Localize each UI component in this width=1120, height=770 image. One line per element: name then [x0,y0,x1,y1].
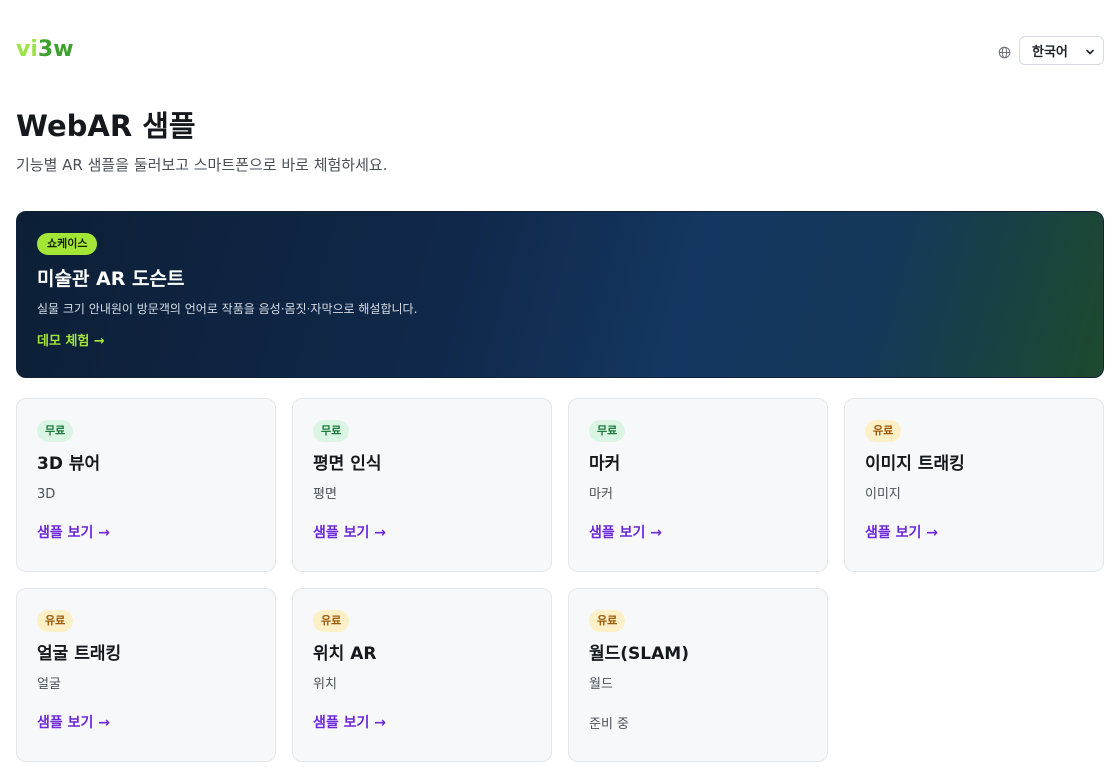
sample-card-marker: 무료 마커 마커 샘플 보기 → [568,398,828,572]
card-title: 위치 AR [313,644,377,664]
card-title: 평면 인식 [313,454,382,474]
logo-text-secondary: 3w [37,37,74,62]
card-description: 월드 [589,677,613,692]
chevron-down-icon [1085,46,1095,56]
showcase-title: 미술관 AR 도슨트 [37,268,185,290]
card-description: 마커 [589,487,613,502]
price-badge: 무료 [37,420,74,442]
view-sample-link[interactable]: 샘플 보기 → [37,714,110,732]
sample-card-3d-viewer: 무료 3D 뷰어 3D 샘플 보기 → [16,398,276,572]
price-badge: 유료 [589,610,626,632]
view-sample-link[interactable]: 샘플 보기 → [37,524,110,542]
view-sample-link[interactable]: 샘플 보기 → [313,524,386,542]
sample-card-plane-detection: 무료 평면 인식 평면 샘플 보기 → [292,398,552,572]
demo-link[interactable]: 데모 체험 → [37,333,105,351]
card-description: 위치 [313,677,337,692]
sample-card-world-slam: 유료 월드(SLAM) 월드 준비 중 [568,588,828,762]
top-header: vi3w 한국어 [16,36,1104,66]
language-select[interactable]: 한국어 [1019,36,1104,65]
view-sample-link[interactable]: 샘플 보기 → [865,524,938,542]
page-title: WebAR 샘플 [16,109,196,143]
showcase-description: 실물 크기 안내원이 방문객의 언어로 작품을 음성·몸짓·자막으로 해설합니다… [37,302,418,316]
card-description: 이미지 [865,487,901,502]
sample-card-face-tracking: 유료 얼굴 트래킹 얼굴 샘플 보기 → [16,588,276,762]
card-title: 얼굴 트래킹 [37,644,122,664]
price-badge: 유료 [37,610,74,632]
card-title: 마커 [589,454,621,474]
sample-card-location-ar: 유료 위치 AR 위치 샘플 보기 → [292,588,552,762]
globe-icon [998,44,1011,59]
language-switcher: 한국어 [998,36,1104,65]
view-sample-link[interactable]: 샘플 보기 → [313,714,386,732]
sample-card-image-tracking: 유료 이미지 트래킹 이미지 샘플 보기 → [844,398,1104,572]
price-badge: 유료 [865,420,902,442]
page-subtitle: 기능별 AR 샘플을 둘러보고 스마트폰으로 바로 체험하세요. [16,156,388,174]
brand-logo[interactable]: vi3w [16,38,74,62]
card-description: 3D [37,487,56,502]
card-title: 3D 뷰어 [37,454,101,474]
card-description: 평면 [313,487,337,502]
price-badge: 무료 [313,420,350,442]
showcase-badge: 쇼케이스 [37,233,98,255]
card-title: 월드(SLAM) [589,644,689,664]
language-select-value: 한국어 [1032,45,1068,60]
view-sample-link[interactable]: 샘플 보기 → [589,524,662,542]
coming-soon-status: 준비 중 [589,717,630,732]
price-badge: 유료 [313,610,350,632]
card-title: 이미지 트래킹 [865,454,965,474]
price-badge: 무료 [589,420,626,442]
logo-text-primary: vi [16,37,38,62]
card-description: 얼굴 [37,677,61,692]
showcase-banner: 쇼케이스 미술관 AR 도슨트 실물 크기 안내원이 방문객의 언어로 작품을 … [16,211,1104,378]
